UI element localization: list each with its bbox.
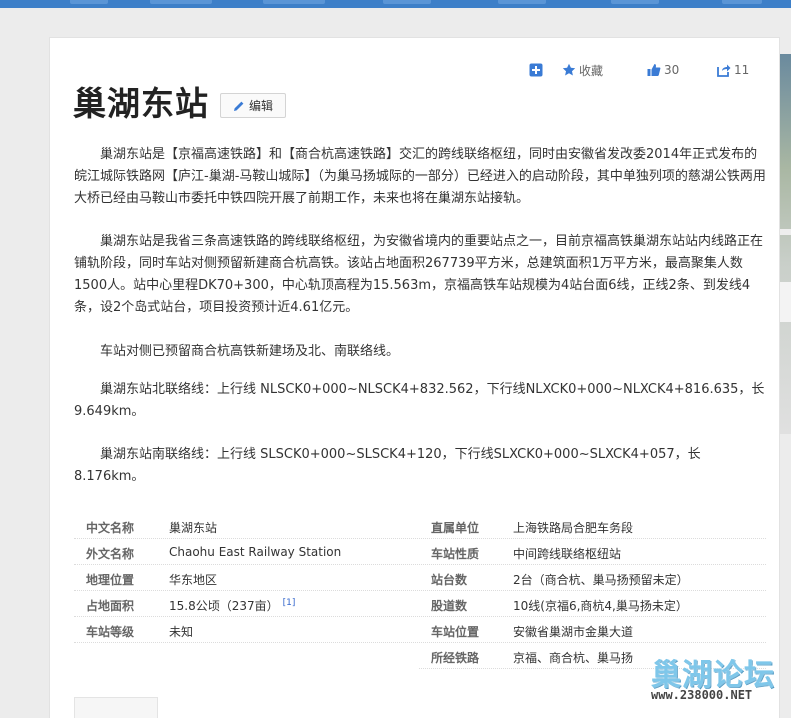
infobox-row: 中文名称 巢湖东站 直属单位 上海铁路局合肥车务段 [74,513,766,539]
favorite-label: 收藏 [579,63,604,78]
infobox-row: 地理位置 华东地区 站台数 2台（商合杭、巢马扬预留未定） [74,565,766,591]
paragraph: 巢湖东站是【京福高速铁路】和【商合杭高速铁路】交汇的跨线联络枢纽，同时由安徽省发… [74,147,766,206]
top-navigation-bar [0,0,791,8]
infobox-value: 京福、商合杭、巢马扬 [513,651,634,665]
infobox-key: 车站性质 [431,547,480,561]
star-icon [562,63,576,76]
forum-watermark: 巢湖论坛 www.238000.NET [651,650,786,710]
infobox-row: 外文名称 Chaohu East Railway Station 车站性质 中间… [74,539,766,565]
share-button[interactable]: 11 [717,62,749,78]
infobox-value: 未知 [169,625,194,639]
infobox-key: 外文名称 [86,547,135,561]
nav-item[interactable] [498,0,546,4]
infobox-key: 车站位置 [431,625,480,639]
paragraph: 巢湖东站北联络线：上行线 NLSCK0+000~NLSCK4+832.562，下… [74,382,765,419]
add-action[interactable] [529,62,543,78]
infobox-value: 上海铁路局合肥车务段 [513,521,634,535]
infobox-key: 占地面积 [86,599,135,613]
infobox-key: 中文名称 [86,521,135,535]
infobox-value: 安徽省巢湖市金巢大道 [513,625,634,639]
infobox-value-text: 15.8公顷（237亩） [169,599,279,613]
paragraph: 巢湖东站南联络线：上行线 SLSCK0+000~SLSCK4+120，下行线SL… [74,447,701,484]
infobox-value: 巢湖东站 [169,521,218,535]
infobox-row: 占地面积 15.8公顷（237亩） [1] 股道数 10线(京福6,商杭4,巢马扬… [74,591,766,617]
nav-item[interactable] [263,0,325,4]
sidebar-image-strip [780,54,791,434]
nav-item[interactable] [70,0,108,4]
paragraph: 车站对侧已预留商合杭高铁新建场及北、南联络线。 [100,344,400,359]
infobox-key: 直属单位 [431,521,480,535]
page-title: 巢湖东站 [73,84,209,123]
favorite-button[interactable]: 收藏 [562,62,603,78]
pencil-icon [233,101,244,111]
infobox-value: 10线(京福6,商杭4,巢马扬未定） [513,599,688,613]
nav-item[interactable] [722,0,762,4]
catalog-tab[interactable] [74,697,158,718]
infobox-row: 车站等级 未知 车站位置 安徽省巢湖市金巢大道 [74,617,766,643]
nav-item[interactable] [611,0,659,4]
infobox-key: 股道数 [431,599,468,613]
edit-button-label: 编辑 [248,99,273,113]
edit-button[interactable]: 编辑 [220,93,286,118]
infobox-key: 所经铁路 [431,651,480,665]
infobox-key: 站台数 [431,573,468,587]
thumbs-up-icon [647,64,661,76]
infobox-value: 15.8公顷（237亩） [1] [169,597,295,614]
infobox-value: 中间跨线联络枢纽站 [513,547,622,561]
nav-item[interactable] [150,0,212,4]
infobox-value: 2台（商合杭、巢马扬预留未定） [513,573,689,587]
share-icon [717,64,731,77]
nav-item[interactable] [383,0,431,4]
reference-link[interactable]: [1] [283,598,296,608]
share-count: 11 [734,63,750,77]
infobox-value: Chaohu East Railway Station [169,545,342,559]
like-count: 30 [664,63,680,77]
infobox-key: 地理位置 [86,573,135,587]
paragraph: 巢湖东站是我省三条高速铁路的跨线联络枢纽，为安徽省境内的重要站点之一，目前京福高… [74,234,764,315]
watermark-url: www.238000.NET [651,688,753,702]
plus-square-icon[interactable] [529,63,543,77]
infobox-key: 车站等级 [86,625,135,639]
infobox-value: 华东地区 [169,573,218,587]
like-button[interactable]: 30 [647,62,679,78]
